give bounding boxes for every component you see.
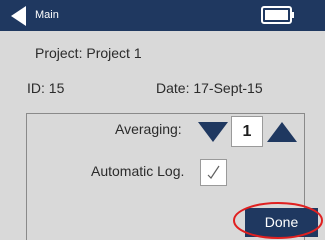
back-arrow-icon xyxy=(11,6,26,26)
main-panel: Project: Project 1 ID: 15 Date: 17-Sept-… xyxy=(0,31,325,240)
project-label: Project: Project 1 xyxy=(35,45,142,61)
automatic-log-checkbox[interactable] xyxy=(200,159,227,186)
device-screen: Main Project: Project 1 ID: 15 Date: 17-… xyxy=(0,0,325,240)
battery-icon xyxy=(261,6,294,24)
automatic-log-label: Automatic Log. xyxy=(91,163,185,179)
averaging-decrease-button[interactable] xyxy=(198,120,228,144)
top-bar: Main xyxy=(0,0,325,31)
averaging-label: Averaging: xyxy=(115,121,182,137)
done-button[interactable]: Done xyxy=(245,208,318,237)
date-label: Date: 17-Sept-15 xyxy=(156,80,263,96)
triangle-up-icon xyxy=(267,122,297,142)
back-button[interactable]: Main xyxy=(0,0,80,31)
triangle-down-icon xyxy=(198,122,228,142)
averaging-value[interactable]: 1 xyxy=(231,116,263,147)
averaging-increase-button[interactable] xyxy=(267,120,297,144)
screen-title: Main xyxy=(35,9,59,21)
checkmark-icon xyxy=(207,165,220,179)
id-label: ID: 15 xyxy=(27,80,65,96)
